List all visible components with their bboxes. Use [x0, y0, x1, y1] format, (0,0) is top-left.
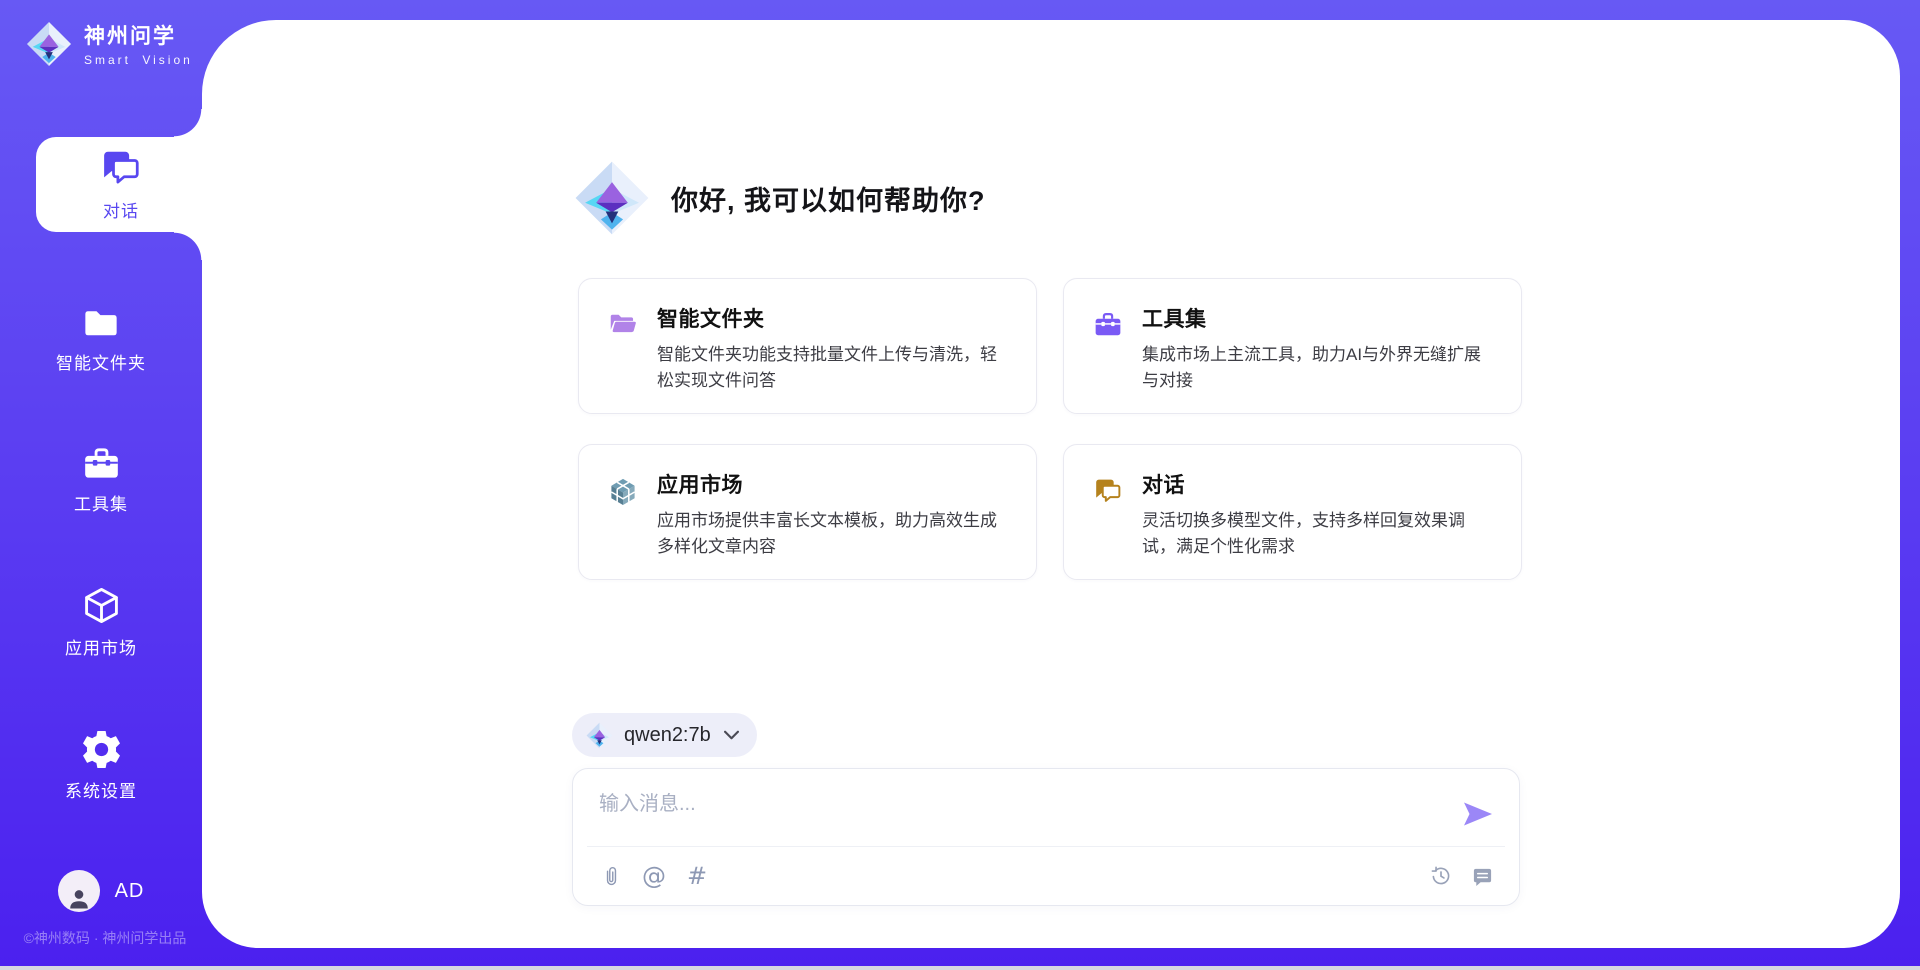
mention-icon[interactable]: @ — [641, 862, 667, 890]
card-desc: 应用市场提供丰富长文本模板，助力高效生成多样化文章内容 — [657, 508, 1008, 559]
copyright-text: ©神州数码 · 神州问学出品 — [0, 928, 210, 948]
folder-open-icon — [609, 311, 637, 336]
brand-diamond-icon — [574, 160, 650, 236]
greeting-text: 你好, 我可以如何帮助你? — [671, 179, 986, 218]
user-avatar-icon — [65, 884, 93, 912]
grid-cube-icon — [609, 477, 637, 506]
card-body: 工具集 集成市场上主流工具，助力AI与外界无缝扩展与对接 — [1142, 303, 1493, 393]
sidebar-item-label: 系统设置 — [65, 777, 137, 802]
send-icon — [1461, 798, 1495, 830]
message-input[interactable] — [599, 787, 1419, 821]
tab-fillet-top — [174, 109, 202, 137]
feature-card-grid: 智能文件夹 智能文件夹功能支持批量文件上传与清洗，轻松实现文件问答 工具集 集成… — [578, 278, 1522, 580]
composer-actions — [1428, 862, 1495, 890]
gear-icon — [83, 731, 120, 768]
toolbox-icon — [1094, 311, 1122, 338]
tab-fillet-bottom — [174, 232, 202, 260]
card-title: 工具集 — [1142, 303, 1493, 333]
sidebar-item-label: 工具集 — [74, 490, 128, 515]
attachment-icon[interactable] — [598, 862, 624, 890]
sidebar-item-label: 对话 — [103, 197, 139, 222]
brand[interactable]: 神州问学 Smart Vision — [26, 20, 193, 67]
sidebar-item-toolset[interactable]: 工具集 — [0, 446, 202, 515]
card-title: 应用市场 — [657, 469, 1008, 499]
folder-icon — [82, 306, 120, 340]
brand-subtitle: Smart Vision — [84, 53, 193, 67]
card-desc: 灵活切换多模型文件，支持多样回复效果调试，满足个性化需求 — [1142, 508, 1493, 559]
card-smart-folder[interactable]: 智能文件夹 智能文件夹功能支持批量文件上传与清洗，轻松实现文件问答 — [578, 278, 1037, 414]
avatar — [58, 870, 100, 912]
composer-divider — [587, 846, 1505, 847]
user-name: AD — [115, 880, 145, 903]
card-title: 智能文件夹 — [657, 303, 1008, 333]
card-chat[interactable]: 对话 灵活切换多模型文件，支持多样回复效果调试，满足个性化需求 — [1063, 444, 1522, 580]
welcome-hero: 你好, 我可以如何帮助你? — [574, 160, 986, 236]
card-title: 对话 — [1142, 469, 1493, 499]
model-name: qwen2:7b — [624, 724, 711, 747]
card-body: 智能文件夹 智能文件夹功能支持批量文件上传与清洗，轻松实现文件问答 — [657, 303, 1008, 393]
user-profile[interactable]: AD — [0, 870, 202, 912]
sidebar-item-smart-folder[interactable]: 智能文件夹 — [0, 306, 202, 374]
sidebar-item-label: 智能文件夹 — [56, 349, 146, 374]
sidebar-item-chat[interactable]: 对话 — [36, 137, 206, 232]
cube-icon — [83, 586, 120, 625]
model-selector[interactable]: qwen2:7b — [572, 713, 757, 757]
card-app-market[interactable]: 应用市场 应用市场提供丰富长文本模板，助力高效生成多样化文章内容 — [578, 444, 1037, 580]
card-body: 应用市场 应用市场提供丰富长文本模板，助力高效生成多样化文章内容 — [657, 469, 1008, 559]
card-body: 对话 灵活切换多模型文件，支持多样回复效果调试，满足个性化需求 — [1142, 469, 1493, 559]
chevron-down-icon — [724, 730, 739, 740]
chat-icon — [1094, 477, 1122, 505]
brand-diamond-icon — [586, 722, 613, 749]
brand-diamond-icon — [26, 21, 72, 67]
sidebar-item-app-market[interactable]: 应用市场 — [0, 586, 202, 659]
history-icon[interactable] — [1428, 862, 1454, 890]
hashtag-icon[interactable]: # — [684, 862, 710, 890]
card-toolset[interactable]: 工具集 集成市场上主流工具，助力AI与外界无缝扩展与对接 — [1063, 278, 1522, 414]
message-composer: @ # — [572, 768, 1520, 906]
card-desc: 集成市场上主流工具，助力AI与外界无缝扩展与对接 — [1142, 342, 1493, 393]
sidebar-item-settings[interactable]: 系统设置 — [0, 731, 202, 802]
bottom-edge-strip — [0, 966, 1920, 970]
composer-tools: @ # — [598, 862, 710, 890]
brand-name: 神州问学 — [84, 20, 193, 50]
chat-icon — [101, 148, 141, 188]
sidebar-item-label: 应用市场 — [65, 634, 137, 659]
toolbox-icon — [83, 446, 120, 481]
app-window: 你好, 我可以如何帮助你? 智能文件夹 智能文件夹功能支持批量文件上传与清洗，轻… — [0, 0, 1920, 970]
card-desc: 智能文件夹功能支持批量文件上传与清洗，轻松实现文件问答 — [657, 342, 1008, 393]
brand-text: 神州问学 Smart Vision — [84, 20, 193, 67]
send-button[interactable] — [1461, 797, 1497, 831]
main-content-panel: 你好, 我可以如何帮助你? 智能文件夹 智能文件夹功能支持批量文件上传与清洗，轻… — [202, 20, 1900, 948]
conversation-icon[interactable] — [1469, 862, 1495, 890]
